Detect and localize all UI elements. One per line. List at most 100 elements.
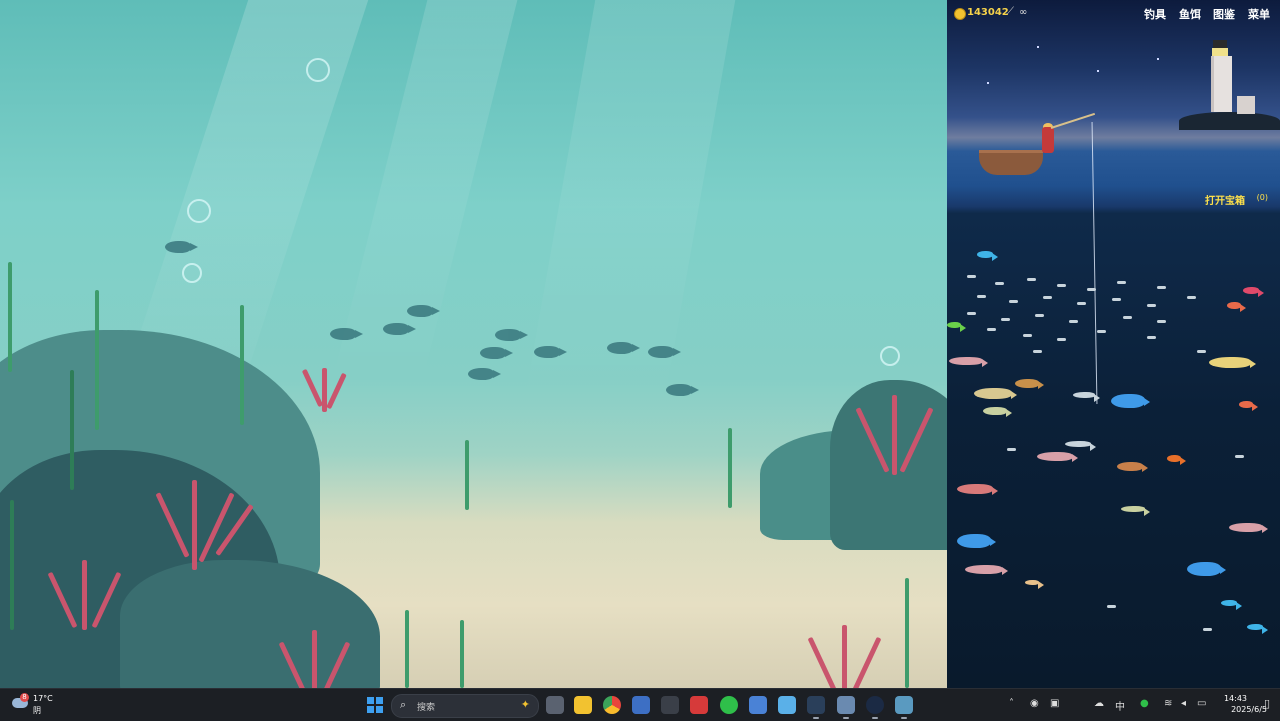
small-fish	[1087, 288, 1096, 291]
small-fish	[1069, 320, 1078, 323]
fish-silhouette	[480, 347, 513, 359]
fish-silhouette	[648, 346, 681, 358]
fish	[957, 484, 998, 495]
bubble	[187, 199, 211, 223]
copilot-sparkle-icon[interactable]: ✦	[521, 698, 530, 711]
bubble	[880, 346, 900, 366]
fish	[1015, 379, 1044, 390]
small-fish	[1097, 330, 1106, 333]
show-hidden-icons[interactable]: ˄	[1009, 698, 1014, 709]
notepad-icon[interactable]	[778, 696, 796, 714]
fish-silhouette	[607, 342, 640, 354]
fish-silhouette	[383, 323, 416, 335]
fish	[1239, 401, 1258, 411]
fish-silhouette	[407, 305, 440, 317]
clock-date[interactable]: 2025/6/5	[1231, 705, 1267, 714]
fish-silhouette	[495, 329, 528, 341]
star	[1157, 58, 1159, 60]
app-tray-icon[interactable]: ●	[1140, 698, 1149, 709]
fish	[1111, 394, 1150, 408]
fishing-game-window[interactable]: 143042 ⟋ ∞ 钓具 鱼饵 图鉴 菜单 打开宝箱 (0)	[947, 0, 1280, 688]
small-fish	[987, 328, 996, 331]
ime-indicator[interactable]: 中	[1115, 698, 1125, 713]
wifi-icon[interactable]: ≋	[1164, 698, 1172, 709]
battery-icon[interactable]: ▭	[1197, 698, 1206, 709]
app-icon[interactable]	[807, 696, 825, 719]
small-fish	[1107, 605, 1116, 608]
small-fish	[1157, 320, 1166, 323]
coin-count: 143042	[967, 7, 1009, 18]
fish-silhouette	[534, 346, 567, 358]
fish-silhouette	[330, 328, 363, 340]
fish	[1187, 562, 1226, 576]
fish	[1209, 357, 1256, 368]
chest-count: (0)	[1256, 193, 1268, 202]
onedrive-icon[interactable]: ☁	[1094, 698, 1104, 709]
encyclopedia-button[interactable]: 图鉴	[1213, 6, 1235, 22]
seaweed	[10, 500, 14, 630]
small-fish	[1112, 298, 1121, 301]
fish	[1121, 506, 1150, 516]
light-ray	[524, 0, 736, 400]
fish	[1073, 392, 1100, 402]
notification-bell-icon[interactable]: ▯	[1264, 697, 1270, 710]
menu-button[interactable]: 菜单	[1248, 6, 1270, 22]
small-fish	[1157, 286, 1166, 289]
search-icon: ⌕	[400, 698, 407, 711]
seaweed	[460, 620, 464, 688]
fish	[974, 388, 1017, 399]
wechat-icon[interactable]	[720, 696, 738, 714]
rod-uses: ∞	[1019, 7, 1028, 18]
small-fish	[1043, 296, 1052, 299]
app-icon[interactable]	[837, 696, 855, 719]
clock-time[interactable]: 14:43	[1224, 694, 1247, 703]
small-fish	[1007, 448, 1016, 451]
fishing-rod-icon: ⟋	[1007, 6, 1014, 17]
lighthouse	[1211, 40, 1232, 112]
seaweed	[70, 370, 74, 490]
app-icon[interactable]	[749, 696, 767, 714]
steam-icon[interactable]	[866, 696, 884, 719]
volume-icon[interactable]: ◂	[1181, 698, 1186, 709]
star	[987, 82, 989, 84]
app-icon[interactable]	[661, 696, 679, 714]
chrome-icon[interactable]	[603, 696, 621, 714]
seaweed	[728, 428, 732, 508]
small-fish	[977, 295, 986, 298]
bait-button[interactable]: 鱼饵	[1179, 6, 1201, 22]
fish	[983, 407, 1012, 417]
start-button[interactable]	[367, 697, 383, 713]
small-fish	[1035, 314, 1044, 317]
app-tray-icon[interactable]: ▣	[1050, 698, 1059, 709]
seaweed	[8, 262, 12, 372]
seaweed	[95, 290, 99, 430]
small-fish	[1001, 318, 1010, 321]
small-fish	[967, 275, 976, 278]
bubble	[306, 58, 330, 82]
fish-silhouette	[165, 241, 198, 253]
fish	[949, 357, 988, 367]
small-fish	[1009, 300, 1018, 303]
small-fish	[1023, 334, 1032, 337]
task-view-icon[interactable]	[546, 696, 564, 714]
taskbar-search-box[interactable]: ⌕ 搜索 ✦	[391, 694, 539, 718]
open-chest-button[interactable]: 打开宝箱	[1205, 192, 1245, 207]
small-fish	[1187, 296, 1196, 299]
fishing-game-icon[interactable]	[895, 696, 913, 719]
fisherman	[1042, 127, 1054, 153]
steam-tray-icon[interactable]: ◉	[1030, 698, 1039, 709]
tackle-button[interactable]: 钓具	[1144, 6, 1166, 22]
fish	[965, 565, 1008, 576]
rock	[120, 560, 380, 688]
file-explorer-icon[interactable]	[574, 696, 592, 714]
weather-alert-badge: 8	[20, 693, 29, 702]
wps-icon[interactable]	[690, 696, 708, 714]
small-fish	[1203, 628, 1212, 631]
weather-temperature: 17°C	[33, 694, 53, 703]
seaweed	[405, 610, 409, 688]
coin-icon	[954, 8, 966, 20]
small-fish	[1147, 304, 1156, 307]
small-fish	[995, 282, 1004, 285]
game-top-bar: 143042 ⟋ ∞ 钓具 鱼饵 图鉴 菜单	[947, 0, 1280, 26]
microsoft-store-icon[interactable]	[632, 696, 650, 714]
